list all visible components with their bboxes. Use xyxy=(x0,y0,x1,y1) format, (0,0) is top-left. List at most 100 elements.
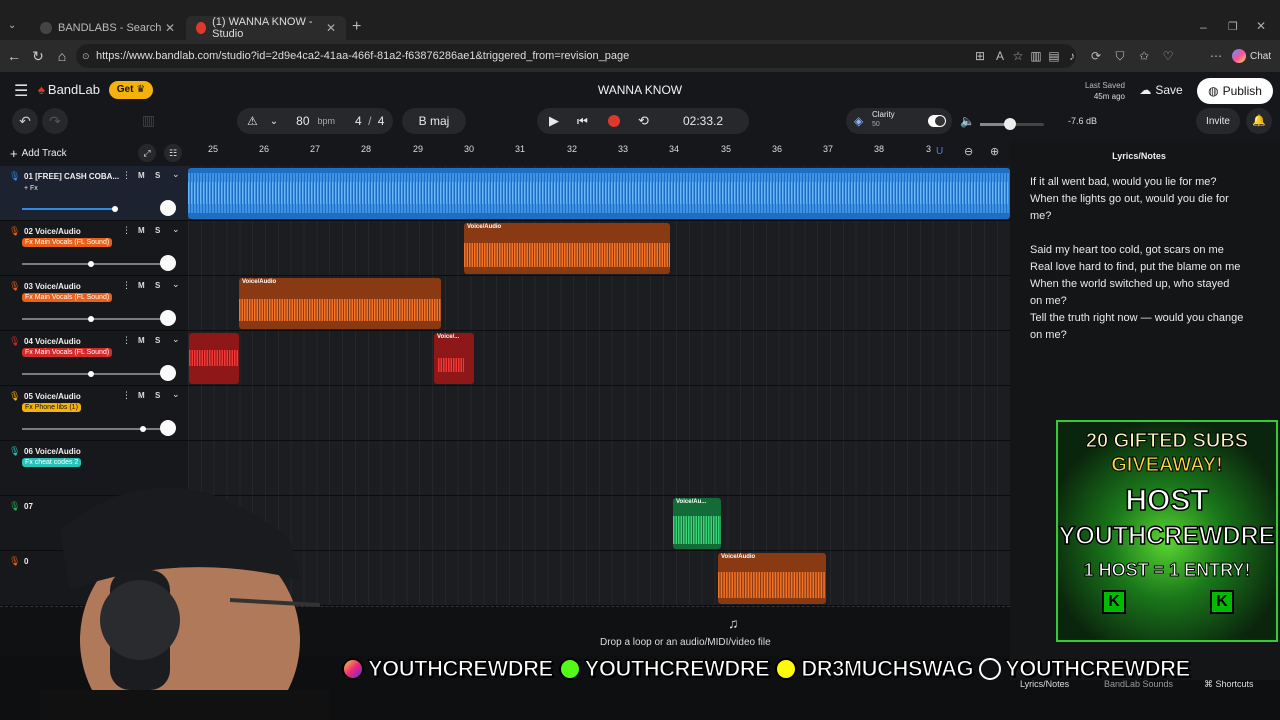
track-header-02[interactable]: 🎙 02 Voice/Audio Fx Main Vocals (FL Soun… xyxy=(0,221,188,276)
track-volume-slider[interactable] xyxy=(22,316,162,322)
solo-button[interactable]: S xyxy=(155,171,160,180)
timeline-ruler[interactable]: 25 26 27 28 29 30 31 32 33 34 35 36 37 3… xyxy=(188,140,1010,166)
reload-icon[interactable]: ↻ xyxy=(28,46,48,66)
pan-knob[interactable] xyxy=(160,255,176,271)
track-lane-04[interactable]: Voice/... xyxy=(188,331,1010,386)
publish-button[interactable]: ◍ Publish xyxy=(1197,78,1273,104)
track-volume-slider[interactable] xyxy=(22,261,162,267)
pan-knob[interactable] xyxy=(160,310,176,326)
mute-button[interactable]: M xyxy=(138,336,145,345)
close-icon[interactable]: ✕ xyxy=(326,21,336,35)
window-close-icon[interactable]: ✕ xyxy=(1256,19,1266,33)
track-lane-05[interactable] xyxy=(188,386,1010,441)
automation-icon[interactable]: ⤢ xyxy=(138,144,156,162)
track-options-icon[interactable]: ⋮ xyxy=(122,335,131,346)
read-aloud-icon[interactable]: A xyxy=(992,48,1008,64)
solo-button[interactable]: S xyxy=(155,226,160,235)
pan-knob[interactable] xyxy=(160,200,176,216)
track-header-01[interactable]: 🎙 01 [FREE] CASH COBA... + Fx ⋮ M S ⌄ xyxy=(0,166,188,221)
save-button[interactable]: ☁ Save xyxy=(1133,78,1189,102)
favorite-star-icon[interactable]: ☆ xyxy=(1010,48,1026,64)
chevron-down-icon[interactable]: ⌄ xyxy=(172,389,180,400)
bell-icon[interactable]: ♪ xyxy=(1064,48,1080,64)
track-volume-slider[interactable] xyxy=(22,426,162,432)
track-name[interactable]: 03 Voice/Audio xyxy=(24,282,81,291)
track-fx-preset[interactable]: Fx Main Vocals (FL Sound) xyxy=(22,238,113,247)
pan-knob[interactable] xyxy=(160,365,176,381)
tab-search[interactable]: BANDLABS - Search ✕ xyxy=(30,16,185,40)
bpm-value[interactable]: 80 xyxy=(296,114,309,128)
extension-icon[interactable]: ⊞ xyxy=(972,48,988,64)
url-field[interactable]: ⊙ https://www.bandlab.com/studio?id=2d9e… xyxy=(76,44,1076,68)
audio-clip[interactable]: Voice/... xyxy=(434,333,474,384)
tab-studio[interactable]: (1) WANNA KNOW - Studio ✕ xyxy=(186,16,346,40)
track-header-04[interactable]: 🎙 04 Voice/Audio Fx Main Vocals (FL Soun… xyxy=(0,331,188,386)
minimize-icon[interactable]: – xyxy=(1200,20,1207,34)
track-volume-slider[interactable] xyxy=(22,206,118,212)
time-signature[interactable]: 4 / 4 xyxy=(355,114,384,128)
redo-icon[interactable]: ↷ xyxy=(42,108,68,134)
skip-to-start-icon[interactable]: ⏮ xyxy=(577,114,588,129)
split-screen-icon[interactable]: ▥ xyxy=(1028,48,1044,64)
refresh-ext-icon[interactable]: ⟳ xyxy=(1088,48,1104,64)
notifications-bell-icon[interactable]: 🔔 xyxy=(1246,108,1272,134)
shield-icon[interactable]: ⛉ xyxy=(1112,48,1128,64)
new-tab-plus-icon[interactable]: + xyxy=(352,18,361,36)
bandlab-logo[interactable]: ♠ BandLab xyxy=(38,82,100,97)
volume-handle[interactable] xyxy=(1004,118,1016,130)
track-options-icon[interactable]: ⋮ xyxy=(122,170,131,181)
track-lane-02[interactable]: Voice/Audio xyxy=(188,221,1010,276)
piano-keys-icon[interactable]: ▥ xyxy=(142,112,155,129)
track-fx-add[interactable]: + Fx xyxy=(24,185,38,192)
master-volume-slider[interactable] xyxy=(980,118,1044,130)
heart-icon[interactable]: ♡ xyxy=(1160,48,1176,64)
invite-button[interactable]: Invite xyxy=(1196,108,1240,134)
site-info-icon[interactable]: ⊙ xyxy=(82,44,90,68)
chevron-down-icon[interactable]: ⌄ xyxy=(270,116,278,127)
track-name[interactable]: 05 Voice/Audio xyxy=(24,392,81,401)
track-fx-preset[interactable]: Fx Main Vocals (FL Sound) xyxy=(22,293,113,302)
restore-icon[interactable]: ❐ xyxy=(1228,20,1238,33)
track-name[interactable]: 01 [FREE] CASH COBA... xyxy=(24,172,119,181)
mute-button[interactable]: M xyxy=(138,171,145,180)
tab-list-chevron-icon[interactable]: ⌄ xyxy=(8,20,16,31)
copilot-chat-button[interactable]: Chat xyxy=(1232,44,1274,68)
track-lane-03[interactable]: Voice/Audio xyxy=(188,276,1010,331)
get-membership-button[interactable]: Get ♛ xyxy=(109,81,153,99)
track-volume-slider[interactable] xyxy=(22,371,162,377)
mute-button[interactable]: M xyxy=(138,226,145,235)
undo-icon[interactable]: ↶ xyxy=(12,108,38,134)
close-icon[interactable]: ✕ xyxy=(165,21,175,35)
snap-magnet-icon[interactable]: U xyxy=(936,146,943,157)
key-selector[interactable]: B maj xyxy=(402,108,466,134)
metronome-tempo-control[interactable]: ⚠ ⌄ 80 bpm 4 / 4 xyxy=(237,108,393,134)
solo-button[interactable]: S xyxy=(155,336,160,345)
loop-icon[interactable]: ⟲ xyxy=(638,113,649,129)
project-title[interactable]: WANNA KNOW xyxy=(560,83,720,97)
chevron-down-icon[interactable]: ⌄ xyxy=(172,169,180,180)
pan-knob[interactable] xyxy=(160,420,176,436)
chevron-down-icon[interactable]: ⌄ xyxy=(172,224,180,235)
lyrics-editor[interactable]: If it all went bad, would you lie for me… xyxy=(1030,174,1270,344)
hamburger-menu-icon[interactable]: ☰ xyxy=(14,81,28,101)
audio-clip[interactable]: Voice/Au... xyxy=(673,498,721,549)
tab-shortcuts[interactable]: ⌘ Shortcuts xyxy=(1204,679,1254,690)
zoom-out-icon[interactable]: ⊖ xyxy=(964,145,973,158)
chevron-down-icon[interactable]: ⌄ xyxy=(172,279,180,290)
speaker-icon[interactable]: 🔈 xyxy=(960,114,975,128)
track-options-icon[interactable]: ⋮ xyxy=(122,390,131,401)
back-arrow-icon[interactable]: ← xyxy=(4,46,24,66)
solo-button[interactable]: S xyxy=(155,281,160,290)
zoom-in-icon[interactable]: ⊕ xyxy=(990,145,999,158)
home-icon[interactable]: ⌂ xyxy=(52,46,72,66)
track-header-03[interactable]: 🎙 03 Voice/Audio Fx Main Vocals (FL Soun… xyxy=(0,276,188,331)
track-header-05[interactable]: 🎙 05 Voice/Audio Fx Phone libs (1) ⋮ M S… xyxy=(0,386,188,441)
mute-button[interactable]: M xyxy=(138,281,145,290)
audio-clip[interactable]: Voice/Audio xyxy=(718,553,826,604)
audio-clip[interactable] xyxy=(189,333,239,384)
favorites-icon[interactable]: ✩ xyxy=(1136,48,1152,64)
collections-icon[interactable]: ▤ xyxy=(1046,48,1062,64)
audio-clip[interactable]: Voice/Audio xyxy=(239,278,441,329)
chevron-down-icon[interactable]: ⌄ xyxy=(172,334,180,345)
audio-clip[interactable]: Voice/Audio xyxy=(464,223,670,274)
